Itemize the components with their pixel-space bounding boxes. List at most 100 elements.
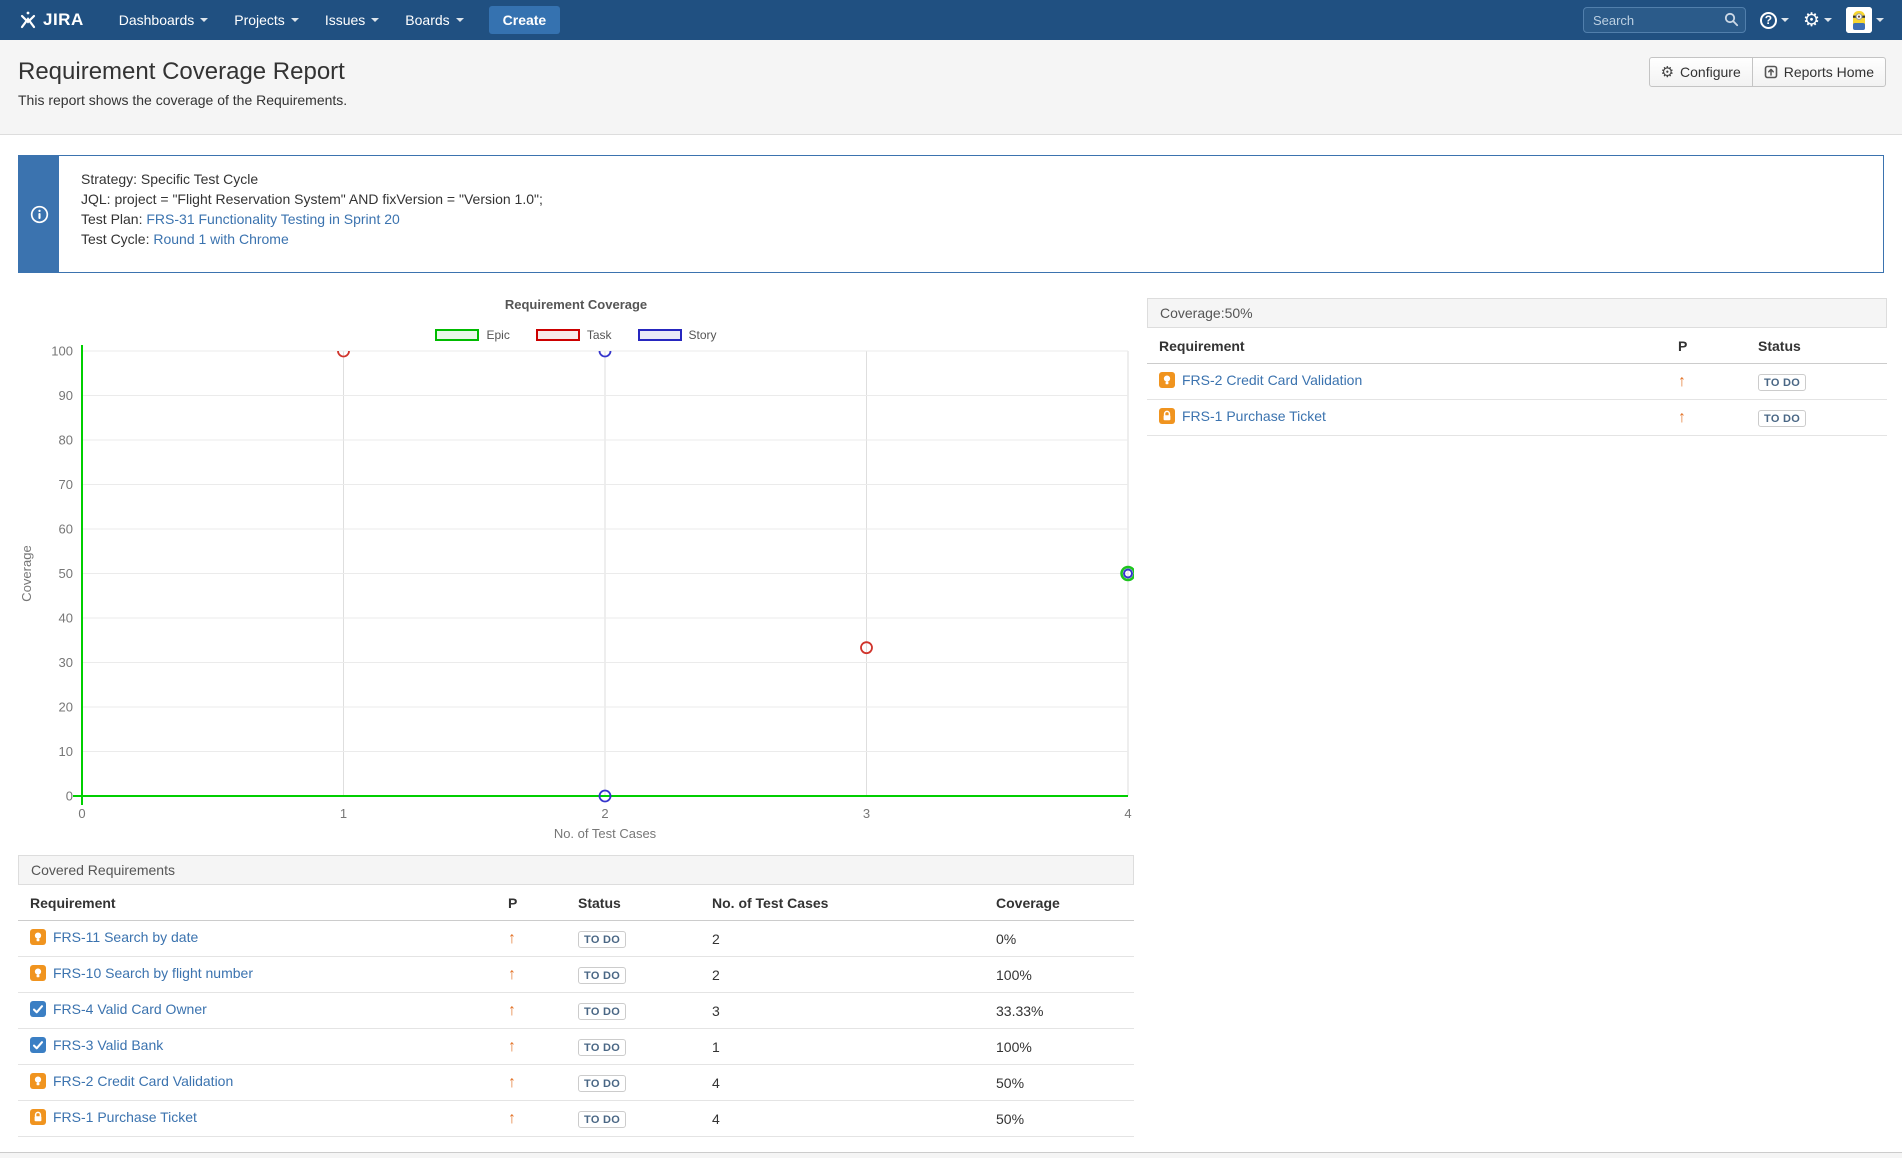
col-requirement: Requirement bbox=[18, 885, 496, 921]
nav-dashboards[interactable]: Dashboards bbox=[106, 0, 222, 40]
requirement-link[interactable]: FRS-4 Valid Card Owner bbox=[30, 1001, 207, 1017]
report-info-panel: Strategy: Specific Test CycleJQL: projec… bbox=[18, 155, 1884, 273]
info-body: Strategy: Specific Test CycleJQL: projec… bbox=[59, 156, 543, 272]
table-row: FRS-1 Purchase Ticket↑TO DO450% bbox=[18, 1101, 1134, 1137]
nav-issues[interactable]: Issues bbox=[312, 0, 392, 40]
svg-text:Coverage: Coverage bbox=[19, 545, 34, 601]
chevron-down-icon bbox=[200, 18, 208, 22]
configure-button[interactable]: ⚙ Configure bbox=[1649, 57, 1753, 87]
top-navbar: JIRA Dashboards Projects Issues Boards C… bbox=[0, 0, 1902, 40]
col-coverage: Coverage bbox=[984, 885, 1134, 921]
svg-text:2: 2 bbox=[601, 806, 608, 821]
legend-swatch-icon bbox=[435, 329, 479, 341]
requirement-link[interactable]: FRS-1 Purchase Ticket bbox=[1159, 408, 1326, 424]
improvement-bulb-icon bbox=[30, 965, 46, 981]
chevron-down-icon bbox=[1781, 18, 1789, 22]
purchase-lock-icon bbox=[30, 1109, 46, 1125]
coverage-summary-rows: FRS-2 Credit Card Validation↑TO DO FRS-1 … bbox=[1147, 364, 1887, 436]
requirement-link[interactable]: FRS-2 Credit Card Validation bbox=[30, 1073, 233, 1089]
footer-divider bbox=[0, 1152, 1902, 1158]
svg-text:70: 70 bbox=[59, 477, 73, 492]
search-input[interactable] bbox=[1583, 7, 1746, 33]
priority-up-icon: ↑ bbox=[508, 966, 516, 983]
status-badge: TO DO bbox=[578, 967, 626, 984]
table-row: FRS-10 Search by flight number↑TO DO2100… bbox=[18, 957, 1134, 993]
info-value: Specific Test Cycle bbox=[141, 171, 258, 187]
requirement-link[interactable]: FRS-1 Purchase Ticket bbox=[30, 1109, 197, 1125]
coverage-summary-table: Requirement P Status FRS-2 Credit Card V… bbox=[1147, 328, 1887, 436]
jira-charlie-icon bbox=[18, 10, 38, 30]
svg-text:1: 1 bbox=[340, 806, 347, 821]
requirement-link[interactable]: FRS-3 Valid Bank bbox=[30, 1037, 163, 1053]
covered-requirements-rows: FRS-11 Search by date↑TO DO20%FRS-10 Sea… bbox=[18, 921, 1134, 1137]
table-row: FRS-3 Valid Bank↑TO DO1100% bbox=[18, 1029, 1134, 1065]
legend-item: Story bbox=[638, 328, 717, 342]
minion-avatar-image bbox=[1846, 7, 1872, 33]
svg-text:40: 40 bbox=[59, 611, 73, 626]
info-label: JQL: bbox=[81, 191, 114, 207]
info-link[interactable]: Round 1 with Chrome bbox=[153, 231, 288, 247]
info-label: Strategy: bbox=[81, 171, 141, 187]
coverage-chart-svg: 012340102030405060708090100CoverageNo. o… bbox=[18, 344, 1134, 844]
help-menu[interactable]: ? bbox=[1760, 12, 1789, 29]
improvement-bulb-icon bbox=[30, 1073, 46, 1089]
requirement-link[interactable]: FRS-11 Search by date bbox=[30, 929, 198, 945]
svg-text:80: 80 bbox=[59, 433, 73, 448]
nav-boards[interactable]: Boards bbox=[392, 0, 476, 40]
help-icon: ? bbox=[1760, 12, 1777, 29]
svg-text:60: 60 bbox=[59, 522, 73, 537]
svg-text:4: 4 bbox=[1124, 806, 1131, 821]
table-row: FRS-2 Credit Card Validation↑TO DO bbox=[1147, 364, 1887, 400]
user-menu[interactable] bbox=[1846, 7, 1884, 33]
table-row: FRS-4 Valid Card Owner↑TO DO333.33% bbox=[18, 993, 1134, 1029]
requirement-text: FRS-1 Purchase Ticket bbox=[53, 1109, 197, 1125]
avatar bbox=[1846, 7, 1872, 33]
col-status: Status bbox=[1746, 328, 1887, 364]
requirement-text: FRS-10 Search by flight number bbox=[53, 965, 253, 981]
jira-logo[interactable]: JIRA bbox=[18, 10, 84, 30]
info-link[interactable]: FRS-31 Functionality Testing in Sprint 2… bbox=[146, 211, 399, 227]
requirement-text: FRS-11 Search by date bbox=[53, 929, 198, 945]
task-check-icon bbox=[30, 1001, 46, 1017]
coverage-value: 50% bbox=[984, 1101, 1134, 1137]
nav-projects[interactable]: Projects bbox=[221, 0, 312, 40]
info-line: Test Plan: FRS-31 Functionality Testing … bbox=[81, 209, 543, 229]
page-title: Requirement Coverage Report bbox=[18, 58, 1884, 86]
chevron-down-icon bbox=[291, 18, 299, 22]
search-icon[interactable] bbox=[1724, 12, 1739, 27]
legend-label: Task bbox=[587, 328, 612, 342]
reports-home-button[interactable]: Reports Home bbox=[1752, 57, 1886, 87]
requirement-link[interactable]: FRS-10 Search by flight number bbox=[30, 965, 253, 981]
priority-up-icon: ↑ bbox=[508, 1074, 516, 1091]
chevron-down-icon bbox=[1824, 18, 1832, 22]
col-test-cases: No. of Test Cases bbox=[700, 885, 984, 921]
col-priority: P bbox=[496, 885, 566, 921]
task-check-icon bbox=[30, 1037, 46, 1053]
page-header: Requirement Coverage Report This report … bbox=[0, 40, 1902, 135]
legend-label: Epic bbox=[486, 328, 509, 342]
coverage-chart: Requirement Coverage EpicTaskStory 01234… bbox=[18, 297, 1134, 844]
chart-title: Requirement Coverage bbox=[18, 297, 1134, 313]
coverage-value: 50% bbox=[984, 1065, 1134, 1101]
header-actions: ⚙ Configure Reports Home bbox=[1649, 57, 1886, 87]
coverage-percent-bar: Coverage:50% bbox=[1147, 298, 1887, 328]
requirement-text: FRS-3 Valid Bank bbox=[53, 1037, 163, 1053]
info-line: Test Cycle: Round 1 with Chrome bbox=[81, 229, 543, 249]
create-button[interactable]: Create bbox=[489, 6, 561, 34]
test-case-count: 3 bbox=[700, 993, 984, 1029]
status-badge: TO DO bbox=[578, 1111, 626, 1128]
admin-menu[interactable]: ⚙ bbox=[1803, 11, 1832, 30]
chevron-down-icon bbox=[1876, 18, 1884, 22]
report-home-icon bbox=[1764, 65, 1778, 79]
test-case-count: 1 bbox=[700, 1029, 984, 1065]
requirement-link[interactable]: FRS-2 Credit Card Validation bbox=[1159, 372, 1362, 388]
gear-icon: ⚙ bbox=[1803, 11, 1820, 30]
requirement-text: FRS-4 Valid Card Owner bbox=[53, 1001, 207, 1017]
coverage-summary-panel: Coverage:50% Requirement P Status FRS-2 … bbox=[1147, 298, 1887, 436]
search-box bbox=[1583, 7, 1746, 33]
chart-legend: Epic Task Story bbox=[18, 326, 1134, 344]
page: JIRA Dashboards Projects Issues Boards C… bbox=[0, 0, 1902, 1158]
legend-item: Epic bbox=[435, 328, 509, 342]
gear-icon: ⚙ bbox=[1661, 65, 1674, 80]
status-badge: TO DO bbox=[1758, 410, 1806, 427]
